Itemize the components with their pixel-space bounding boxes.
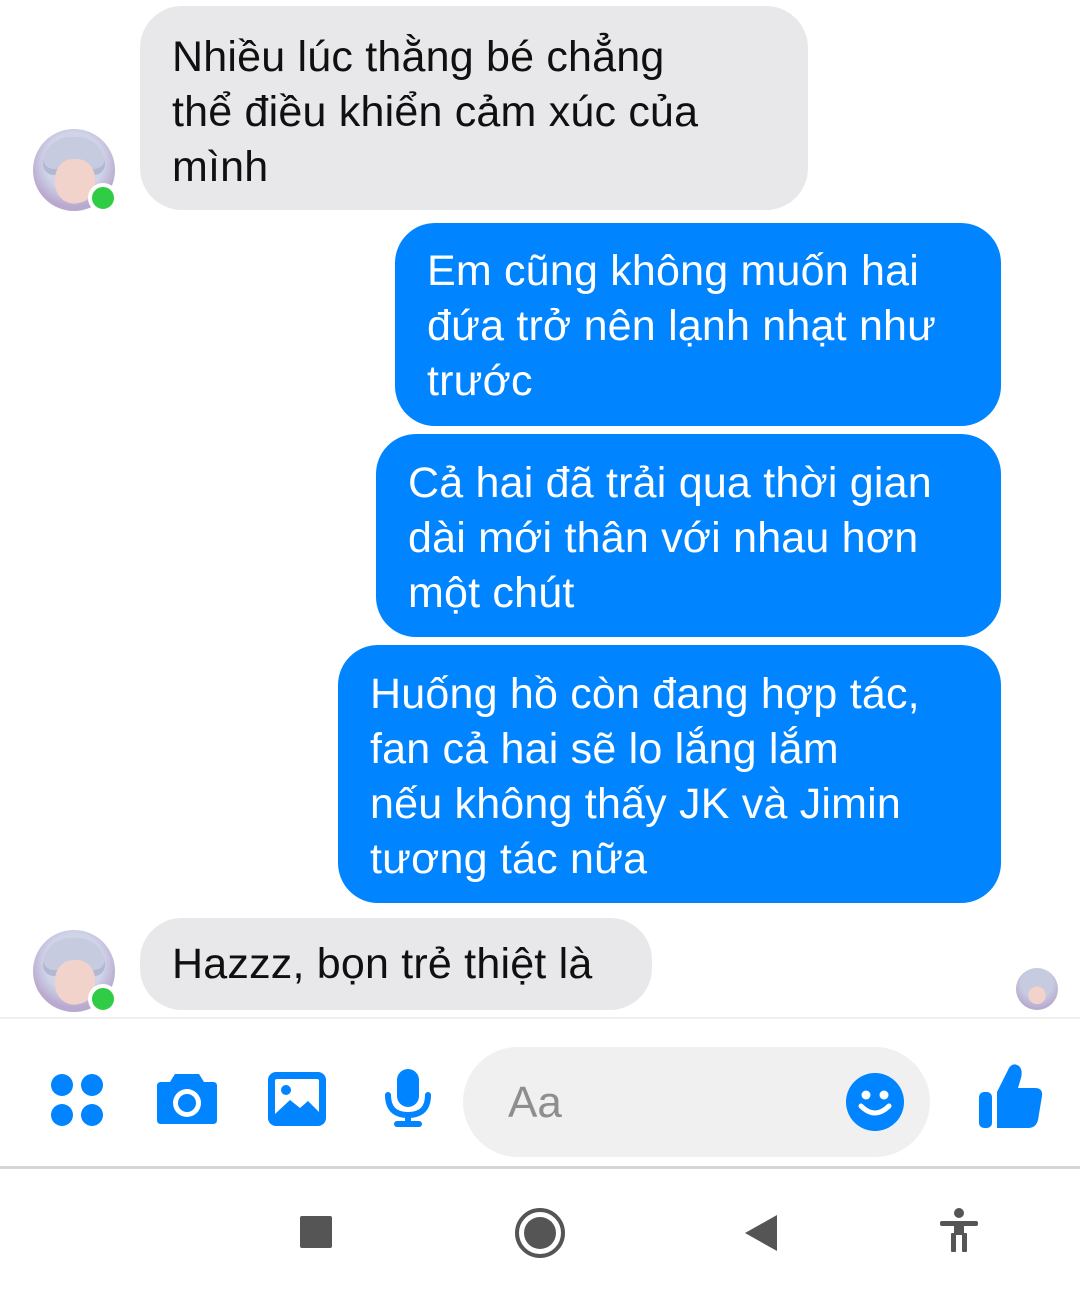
recents-square-icon[interactable]	[299, 1215, 333, 1249]
microphone-icon[interactable]	[384, 1067, 432, 1129]
outgoing-message-bubble[interactable]: Em cũng không muốn hai đứa trở nên lạnh …	[395, 223, 1001, 426]
online-status-dot	[88, 984, 118, 1014]
back-triangle-icon[interactable]	[743, 1213, 779, 1253]
image-icon[interactable]	[266, 1070, 328, 1128]
incoming-message-bubble[interactable]: Hazzz, bọn trẻ thiệt là	[140, 918, 652, 1010]
message-thread[interactable]: Nhiều lúc thằng bé chẳng thể điều khiển …	[0, 0, 1080, 1018]
emoji-icon[interactable]	[845, 1072, 905, 1132]
seen-avatar-indicator	[1016, 968, 1058, 1010]
outgoing-message-bubble[interactable]: Cả hai đã trải qua thời gian dài mới thâ…	[376, 434, 1001, 637]
apps-grid-icon[interactable]	[50, 1073, 104, 1127]
thumbs-up-icon[interactable]	[977, 1062, 1045, 1132]
online-status-dot	[88, 183, 118, 213]
home-circle-icon[interactable]	[514, 1207, 566, 1259]
camera-icon[interactable]	[155, 1070, 219, 1128]
outgoing-message-bubble[interactable]: Huống hồ còn đang hợp tác, fan cả hai sẽ…	[338, 645, 1001, 903]
message-input-placeholder: Aa	[508, 1078, 562, 1127]
accessibility-icon[interactable]	[937, 1207, 981, 1253]
incoming-message-bubble[interactable]: Nhiều lúc thằng bé chẳng thể điều khiển …	[140, 6, 808, 210]
